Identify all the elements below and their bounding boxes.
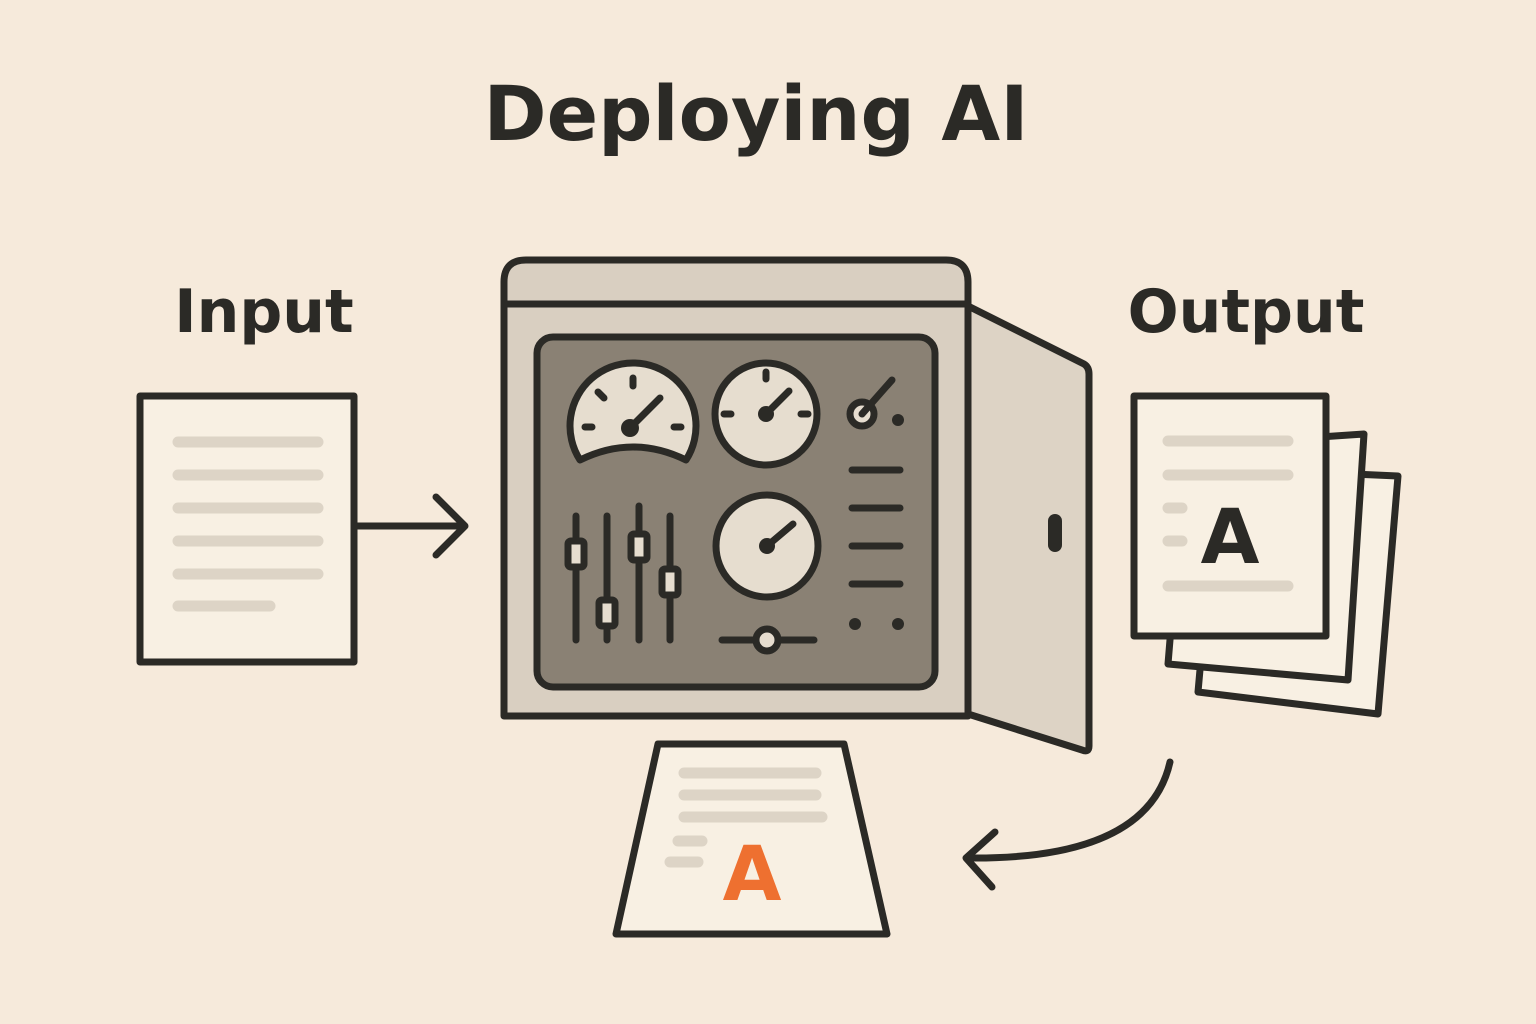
gauge-icon (711, 359, 821, 469)
diagram-canvas: Deploying AI Input Output A A (0, 0, 1536, 1024)
diagram-title: Deploying AI (484, 69, 1029, 158)
deployed-document-icon: A (612, 740, 891, 938)
output-label: Output (1128, 277, 1365, 347)
diagram-svg: Deploying AI Input Output A A (136, 69, 1402, 938)
output-letter: A (1201, 492, 1260, 581)
arrow-right-icon (352, 493, 469, 559)
input-label: Input (174, 277, 353, 347)
input-document-icon (136, 392, 358, 666)
door-handle-icon (1048, 514, 1062, 552)
curved-arrow-icon (962, 758, 1174, 891)
machine-door (964, 302, 1093, 755)
gauge-icon (712, 491, 822, 601)
gauge-icon (566, 359, 700, 464)
document-stack-icon: A (1130, 392, 1402, 718)
deployed-letter: A (723, 829, 782, 918)
control-panel-machine-icon (500, 256, 1093, 755)
